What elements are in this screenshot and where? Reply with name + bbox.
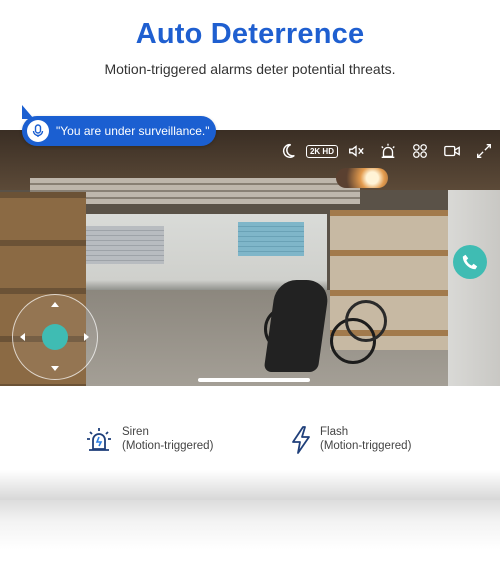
- voice-message-bubble: "You are under surveillance.": [22, 105, 216, 146]
- divider-band: [0, 470, 500, 500]
- feature-siren: Siren (Motion-triggered): [84, 425, 213, 455]
- phone-icon: [462, 254, 478, 270]
- siren-icon[interactable]: [372, 139, 404, 163]
- ptz-joystick[interactable]: [12, 294, 98, 380]
- page-title: Auto Deterrence: [135, 18, 365, 50]
- flash-icon[interactable]: [404, 139, 436, 163]
- 2k-hd-badge[interactable]: 2K HD: [304, 139, 340, 163]
- arrow-down-icon[interactable]: [51, 366, 59, 371]
- camera-toolbar: 2K HD: [272, 139, 500, 163]
- footer-shadow: [0, 500, 500, 571]
- fullscreen-icon[interactable]: [468, 139, 500, 163]
- feature-siren-label: Siren: [122, 426, 149, 438]
- feature-flash-detail: (Motion-triggered): [320, 440, 412, 452]
- arrow-right-icon[interactable]: [84, 333, 89, 341]
- microphone-icon[interactable]: [27, 120, 49, 142]
- joystick-knob[interactable]: [42, 324, 68, 350]
- feature-flash: Flash (Motion-triggered): [290, 425, 411, 455]
- flash-icon: [290, 425, 312, 455]
- call-button[interactable]: [453, 245, 487, 279]
- feature-siren-detail: (Motion-triggered): [122, 440, 214, 452]
- arrow-left-icon[interactable]: [20, 333, 25, 341]
- feature-flash-label: Flash: [320, 426, 349, 438]
- siren-icon: [84, 425, 114, 455]
- night-mode-icon[interactable]: [272, 139, 304, 163]
- mute-icon[interactable]: [340, 139, 372, 163]
- home-indicator: [198, 378, 310, 382]
- page-subtitle: Motion-triggered alarms deter potential …: [104, 61, 396, 77]
- arrow-up-icon[interactable]: [51, 302, 59, 307]
- voice-message-text: "You are under surveillance.": [56, 124, 210, 138]
- record-icon[interactable]: [436, 139, 468, 163]
